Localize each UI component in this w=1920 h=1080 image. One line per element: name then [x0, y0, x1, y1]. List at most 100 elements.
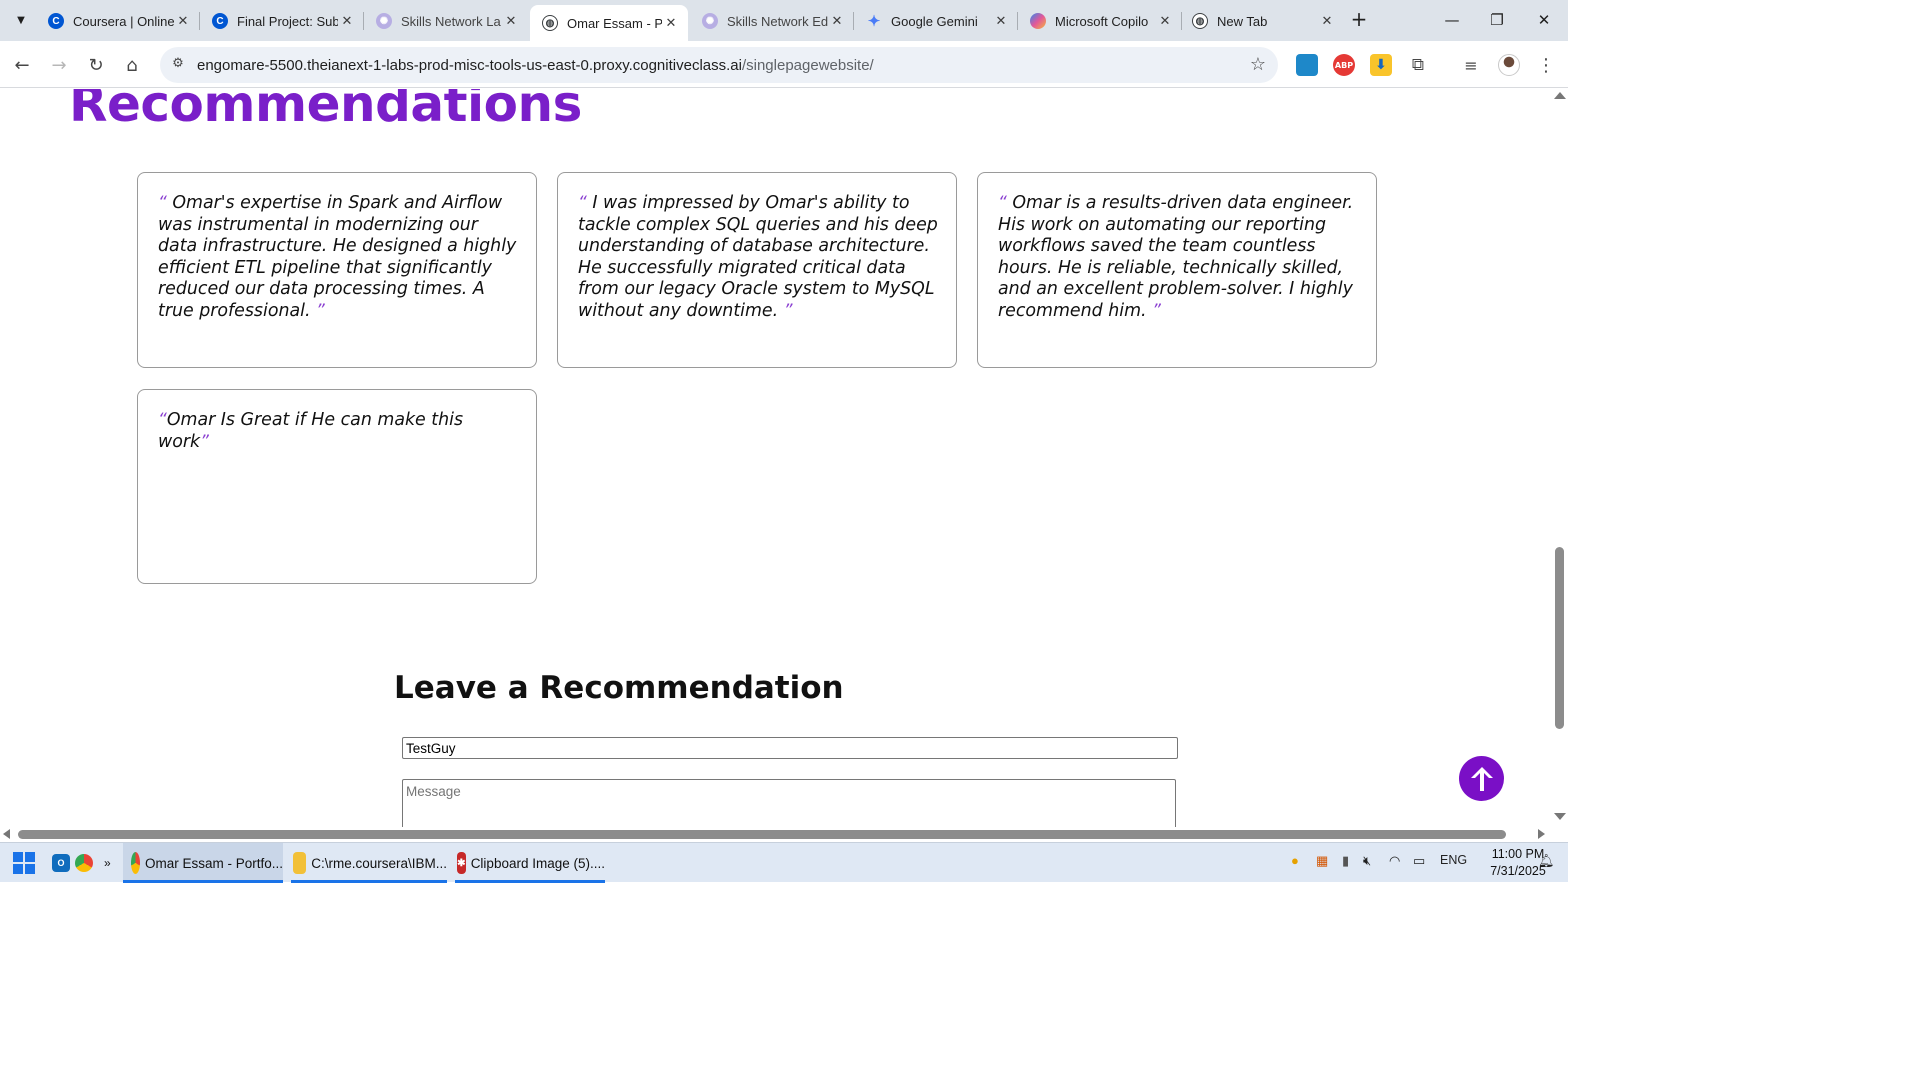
open-quote: “ [158, 193, 167, 213]
tab-microsoft-copilot[interactable]: Microsoft Copilo ✕ [1018, 5, 1182, 37]
weather-icon[interactable]: ● [1291, 853, 1299, 868]
minimize-button[interactable]: — [1432, 6, 1472, 34]
bookmark-star-icon[interactable]: ☆ [1250, 54, 1266, 75]
file-explorer-icon [293, 852, 307, 874]
outlook-pinned[interactable]: O [52, 843, 75, 883]
recommendations-heading: Recommendations [69, 89, 582, 133]
tab-omar-essam-portfolio[interactable]: ◍ Omar Essam - Po ✕ [530, 5, 688, 41]
back-button[interactable]: ← [9, 52, 35, 78]
tab-coursera[interactable]: C Coursera | Online ✕ [36, 5, 200, 37]
close-icon[interactable]: ✕ [174, 13, 192, 29]
taskbar-overflow[interactable]: » [104, 843, 111, 883]
url-host: engomare-5500.theianext-1-labs-prod-misc… [197, 57, 742, 74]
close-icon[interactable]: ✕ [338, 13, 356, 29]
security-icon[interactable]: ▮ [1342, 853, 1349, 869]
vertical-scrollbar[interactable] [1551, 89, 1568, 827]
taskbar-app-label: Omar Essam - Portfo... [144, 855, 283, 871]
name-input[interactable] [402, 737, 1178, 759]
url-text[interactable]: engomare-5500.theianext-1-labs-prod-misc… [197, 57, 874, 74]
windows-taskbar: O » Omar Essam - Portfo... C:\rme.course… [0, 842, 1568, 883]
volume-muted-icon[interactable]: 🔇︎ [1363, 853, 1371, 869]
close-icon[interactable]: ✕ [1318, 13, 1336, 29]
language-indicator[interactable]: ENG [1440, 853, 1467, 867]
globe-icon: ◍ [542, 15, 558, 31]
site-info-icon[interactable]: ⚙ [168, 56, 188, 74]
tab-title: Omar Essam - Po [567, 15, 662, 31]
close-icon[interactable]: ✕ [828, 13, 846, 29]
start-button[interactable] [12, 843, 38, 883]
close-icon[interactable]: ✕ [662, 15, 680, 31]
scroll-right-arrow[interactable] [1538, 829, 1545, 839]
wifi-icon[interactable]: ◠ [1389, 853, 1400, 869]
horizontal-scroll-thumb[interactable] [18, 830, 1506, 839]
tab-skills-network-labs[interactable]: ✺ Skills Network La ✕ [364, 5, 528, 37]
windows-icon [13, 852, 35, 874]
tab-title: Microsoft Copilo [1055, 13, 1149, 29]
reload-button[interactable]: ↻ [83, 52, 109, 78]
close-icon: ✕ [1537, 11, 1551, 29]
recommendation-body: Omar's expertise in Spark and Airflow wa… [158, 193, 517, 321]
forward-button[interactable]: → [46, 52, 72, 78]
taskbar-app-chrome[interactable]: Omar Essam - Portfo... [123, 843, 283, 883]
browser-menu-button[interactable]: ⋮ [1533, 52, 1559, 78]
taskbar-app-image-viewer[interactable]: ✱ Clipboard Image (5).... [455, 843, 605, 883]
vertical-scroll-thumb[interactable] [1555, 547, 1564, 729]
tab-title: Google Gemini [891, 13, 978, 29]
tab-skills-network-editor[interactable]: ✺ Skills Network Ed ✕ [690, 5, 854, 37]
close-quote: ” [316, 300, 325, 321]
restore-icon: ❐ [1490, 11, 1504, 29]
media-control-button[interactable]: ≡ [1458, 52, 1484, 78]
scroll-to-top-button[interactable] [1459, 756, 1504, 801]
coursera-icon: C [48, 13, 64, 29]
battery-icon[interactable]: ▭ [1413, 853, 1425, 869]
page-viewport: Recommendations “ Omar's expertise in Sp… [0, 89, 1551, 827]
plus-icon: + [1350, 7, 1368, 31]
profile-button[interactable] [1496, 52, 1522, 78]
coursera-icon: C [212, 13, 228, 29]
chrome-icon [131, 852, 140, 874]
running-indicator [455, 880, 605, 883]
tab-title: Skills Network La [401, 13, 501, 29]
recommendation-text: “ I was impressed by Omar's ability to t… [578, 193, 938, 323]
tab-title: New Tab [1217, 13, 1268, 29]
close-icon[interactable]: ✕ [1156, 13, 1174, 29]
close-icon[interactable]: ✕ [992, 13, 1010, 29]
home-button[interactable]: ⌂ [119, 52, 145, 78]
adblock-plus-icon[interactable]: ABP [1333, 54, 1355, 76]
close-window-button[interactable]: ✕ [1524, 6, 1564, 34]
tab-search-button[interactable]: ▼ [8, 8, 34, 32]
address-bar[interactable]: ⚙ engomare-5500.theianext-1-labs-prod-mi… [160, 47, 1278, 83]
notification-bell-icon[interactable]: 🔔︎ [1538, 853, 1555, 869]
extensions-button[interactable]: ⧉ [1405, 52, 1431, 78]
tab-final-project[interactable]: C Final Project: Sub ✕ [200, 5, 364, 37]
playlist-icon: ≡ [1464, 55, 1478, 75]
message-textarea[interactable] [402, 779, 1176, 827]
close-icon[interactable]: ✕ [502, 13, 520, 29]
scroll-up-arrow[interactable] [1554, 92, 1566, 99]
close-quote: ” [783, 300, 793, 321]
scroll-left-arrow[interactable] [3, 829, 10, 839]
open-quote: “ [158, 410, 167, 430]
close-quote: ” [200, 431, 209, 452]
recommendation-body: Omar is a results-driven data engineer. … [998, 193, 1354, 321]
kebab-menu-icon: ⋮ [1537, 54, 1555, 76]
scroll-down-arrow[interactable] [1554, 813, 1566, 820]
open-quote: “ [578, 193, 587, 213]
tab-google-gemini[interactable]: ✦ Google Gemini ✕ [854, 5, 1018, 37]
tray-app-icon[interactable]: ▦ [1316, 853, 1328, 869]
skills-network-icon: ✺ [376, 13, 392, 29]
recommendation-card: “Omar Is Great if He can make this work” [137, 389, 537, 584]
recommendation-body: I was impressed by Omar's ability to tac… [578, 193, 938, 321]
taskbar-app-file-explorer[interactable]: C:\rme.coursera\IBM... [291, 843, 447, 883]
print-extension-icon[interactable] [1296, 54, 1318, 76]
restore-button[interactable]: ❐ [1477, 6, 1517, 34]
gemini-icon: ✦ [867, 13, 881, 30]
taskbar-app-label: Clipboard Image (5).... [470, 855, 605, 871]
new-tab-button[interactable]: + [1348, 8, 1370, 32]
outlook-icon: O [52, 854, 70, 872]
url-path: /singlepagewebsite/ [741, 57, 874, 74]
horizontal-scrollbar[interactable] [0, 827, 1551, 842]
tab-new-tab[interactable]: ◍ New Tab ✕ [1180, 5, 1344, 37]
chrome-pinned[interactable] [75, 843, 98, 883]
download-extension-icon[interactable]: ⬇ [1370, 54, 1392, 76]
